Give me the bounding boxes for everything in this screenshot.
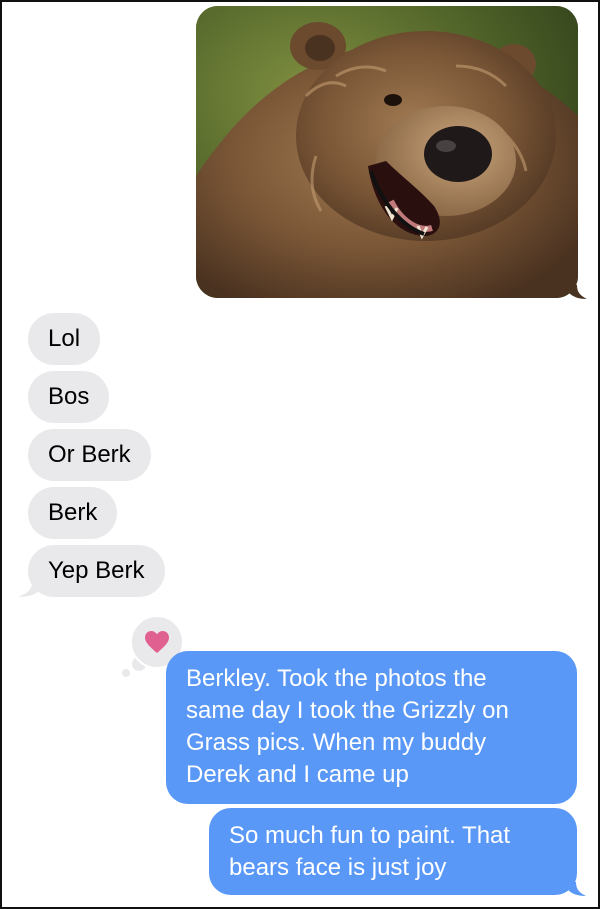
bear-painting-image xyxy=(196,6,578,298)
message-line: same day I took the Grizzly on xyxy=(186,697,509,724)
incoming-bubble-tail xyxy=(18,583,44,597)
image-message[interactable] xyxy=(196,6,578,298)
message-line: Derek and I came up xyxy=(186,761,409,788)
outgoing-message[interactable]: So much fun to paint. That bears face is… xyxy=(209,808,577,895)
message-line: bears face is just joy xyxy=(229,854,447,881)
incoming-message[interactable]: Lol xyxy=(28,313,101,365)
message-thread: Lol Bos Or Berk Berk Yep Berk Berkley. T… xyxy=(0,0,600,909)
incoming-message[interactable]: Yep Berk xyxy=(28,545,165,597)
incoming-message[interactable]: Bos xyxy=(28,371,110,423)
message-line: Berkley. Took the photos the xyxy=(186,665,487,692)
outgoing-message[interactable]: Berkley. Took the photos the same day I … xyxy=(166,651,577,804)
message-line: Grass pics. When my buddy xyxy=(186,729,487,756)
heart-icon xyxy=(145,631,169,653)
incoming-message[interactable]: Berk xyxy=(28,487,118,539)
image-bubble-tail xyxy=(565,285,587,299)
outgoing-bubble-tail xyxy=(564,882,586,896)
message-line: So much fun to paint. That xyxy=(229,822,511,849)
incoming-message[interactable]: Or Berk xyxy=(28,429,151,481)
tapback-tail-dot xyxy=(122,669,130,677)
